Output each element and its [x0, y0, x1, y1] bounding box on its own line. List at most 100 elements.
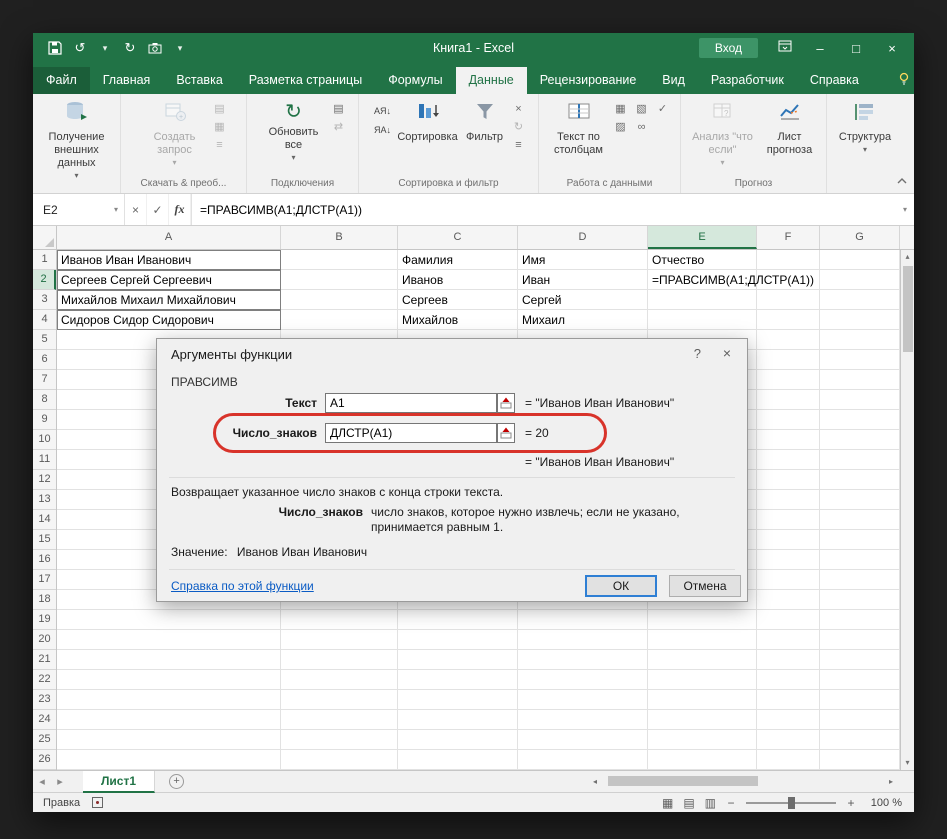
redo-icon[interactable]: ↻: [122, 40, 138, 56]
reapply-filter-icon[interactable]: ↻: [511, 120, 527, 135]
filter-button[interactable]: Фильтр: [461, 97, 509, 144]
cell-D2[interactable]: Иван: [522, 270, 646, 290]
relationships-icon[interactable]: ∞: [634, 120, 650, 135]
horizontal-scrollbar[interactable]: ◂ ▸: [588, 774, 898, 788]
minimize-button[interactable]: –: [812, 41, 828, 56]
tab-home[interactable]: Главная: [90, 67, 164, 94]
new-query-button[interactable]: + Создать запрос ▾: [140, 97, 210, 167]
normal-view-icon[interactable]: ▦: [662, 796, 673, 810]
column-header-G[interactable]: G: [820, 226, 900, 249]
ok-button[interactable]: ОК: [585, 575, 657, 597]
confirm-entry-icon[interactable]: ✓: [147, 194, 169, 225]
tab-data[interactable]: Данные: [456, 67, 527, 94]
help-link[interactable]: Справка по этой функции: [171, 579, 314, 593]
cancel-button[interactable]: Отмена: [669, 575, 741, 597]
row-header-11[interactable]: 11: [33, 450, 56, 470]
row-header-20[interactable]: 20: [33, 630, 56, 650]
column-header-D[interactable]: D: [518, 226, 648, 249]
row-header-26[interactable]: 26: [33, 750, 56, 770]
customize-qat-icon[interactable]: ▾: [172, 40, 188, 56]
scroll-down-icon[interactable]: ▾: [901, 756, 914, 770]
collapse-dialog-button[interactable]: [497, 393, 515, 413]
sort-button[interactable]: Сортировка: [397, 97, 459, 144]
cell-D1[interactable]: Имя: [522, 250, 646, 270]
page-break-view-icon[interactable]: ▥: [705, 796, 716, 810]
flash-fill-icon[interactable]: ▦: [613, 102, 629, 117]
close-button[interactable]: ×: [884, 41, 900, 56]
row-header-9[interactable]: 9: [33, 410, 56, 430]
row-header-16[interactable]: 16: [33, 550, 56, 570]
cell-A4[interactable]: Сидоров Сидор Сидорович: [61, 310, 279, 330]
undo-icon[interactable]: ↺: [72, 40, 88, 56]
zoom-in-icon[interactable]: +: [846, 796, 856, 810]
zoom-level[interactable]: 100 %: [866, 797, 902, 809]
select-all-corner[interactable]: [33, 226, 57, 249]
tab-insert[interactable]: Вставка: [163, 67, 235, 94]
sheet-nav-right-icon[interactable]: ▸: [51, 775, 69, 788]
row-header-13[interactable]: 13: [33, 490, 56, 510]
clear-filter-icon[interactable]: ×: [511, 102, 527, 117]
recent-sources-icon[interactable]: ≡: [212, 138, 228, 153]
advanced-filter-icon[interactable]: ≡: [511, 138, 527, 153]
column-header-E[interactable]: E: [648, 226, 757, 249]
vertical-scrollbar[interactable]: ▴ ▾: [900, 250, 914, 770]
outline-button[interactable]: Структура ▾: [830, 97, 900, 154]
new-sheet-button[interactable]: +: [169, 774, 184, 789]
column-header-C[interactable]: C: [398, 226, 518, 249]
row-header-21[interactable]: 21: [33, 650, 56, 670]
row-header-5[interactable]: 5: [33, 330, 56, 350]
what-if-analysis-button[interactable]: ? Анализ "что если" ▾: [688, 97, 758, 167]
row-header-4[interactable]: 4: [33, 310, 56, 330]
undo-caret-icon[interactable]: ▾: [97, 40, 113, 56]
cell-C2[interactable]: Иванов: [402, 270, 516, 290]
name-box[interactable]: E2 ▾: [33, 194, 125, 225]
page-layout-view-icon[interactable]: ▤: [683, 796, 694, 810]
row-header-8[interactable]: 8: [33, 390, 56, 410]
column-header-A[interactable]: A: [57, 226, 281, 249]
cell-C4[interactable]: Михайлов: [402, 310, 516, 330]
cancel-entry-icon[interactable]: ×: [125, 194, 147, 225]
row-header-25[interactable]: 25: [33, 730, 56, 750]
sign-in-button[interactable]: Вход: [699, 38, 758, 58]
row-header-17[interactable]: 17: [33, 570, 56, 590]
cell-D4[interactable]: Михаил: [522, 310, 646, 330]
tab-file[interactable]: Файл: [33, 67, 90, 94]
text-to-columns-button[interactable]: Текст по столбцам: [547, 97, 611, 157]
scroll-up-icon[interactable]: ▴: [901, 250, 914, 264]
tab-developer[interactable]: Разработчик: [698, 67, 797, 94]
scroll-right-icon[interactable]: ▸: [884, 777, 898, 786]
edit-links-icon[interactable]: ⇄: [331, 120, 347, 135]
row-header-18[interactable]: 18: [33, 590, 56, 610]
get-external-data-button[interactable]: Получение внешних данных ▾: [37, 97, 117, 180]
zoom-slider[interactable]: [746, 802, 836, 804]
zoom-out-icon[interactable]: −: [726, 796, 736, 810]
row-header-15[interactable]: 15: [33, 530, 56, 550]
row-header-10[interactable]: 10: [33, 430, 56, 450]
row-header-7[interactable]: 7: [33, 370, 56, 390]
tell-me-assistant[interactable]: Помощн: [898, 67, 914, 94]
tab-help[interactable]: Справка: [797, 67, 872, 94]
cell-C1[interactable]: Фамилия: [402, 250, 516, 270]
formula-input[interactable]: =ПРАВСИМВ(A1;ДЛСТР(A1)): [191, 194, 896, 225]
forecast-sheet-button[interactable]: Лист прогноза: [760, 97, 820, 157]
vertical-scroll-thumb[interactable]: [903, 266, 913, 352]
row-header-2[interactable]: 2: [33, 270, 56, 290]
consolidate-icon[interactable]: ▨: [613, 120, 629, 135]
cell-A3[interactable]: Михайлов Михаил Михайлович: [61, 290, 279, 310]
show-queries-icon[interactable]: ▤: [212, 102, 228, 117]
row-header-6[interactable]: 6: [33, 350, 56, 370]
camera-icon[interactable]: [147, 40, 163, 56]
tab-view[interactable]: Вид: [649, 67, 698, 94]
cell-A2[interactable]: Сергеев Сергей Сергеевич: [61, 270, 279, 290]
collapse-dialog-button[interactable]: [497, 423, 515, 443]
from-table-icon[interactable]: ▦: [212, 120, 228, 135]
maximize-button[interactable]: □: [848, 41, 864, 56]
refresh-all-button[interactable]: ↻ Обновить все ▾: [259, 97, 329, 162]
scroll-left-icon[interactable]: ◂: [588, 777, 602, 786]
horizontal-scroll-thumb[interactable]: [608, 776, 758, 786]
cell-A1[interactable]: Иванов Иван Иванович: [61, 250, 279, 270]
data-validation-icon[interactable]: ✓: [655, 102, 671, 117]
ribbon-display-options-icon[interactable]: [778, 39, 792, 57]
row-header-14[interactable]: 14: [33, 510, 56, 530]
tab-formulas[interactable]: Формулы: [375, 67, 455, 94]
